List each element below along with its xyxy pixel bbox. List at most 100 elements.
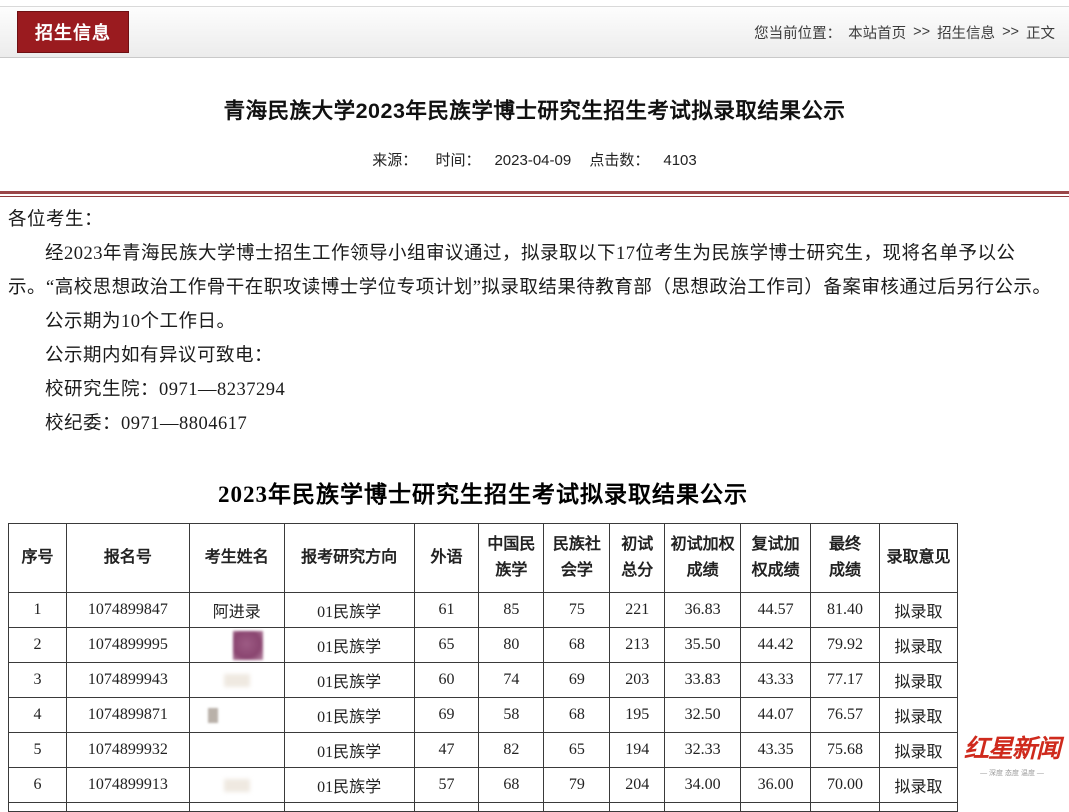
cell-final-score — [811, 803, 880, 812]
cell-retest-weighted: 44.57 — [741, 593, 811, 628]
cell-opinion: 拟录取 — [880, 593, 958, 628]
results-table-body: 11074899847阿进录01民族学61857522136.8344.5781… — [9, 593, 958, 812]
cell-final-score: 77.17 — [811, 663, 880, 698]
cell-direction — [284, 803, 414, 812]
cell-foreign-lang: 61 — [414, 593, 479, 628]
table-header-row: 序号报名号考生姓名报考研究方向外语中国民 族学民族社 会学初试 总分初试加权 成… — [9, 524, 958, 593]
cell-final-score: 81.40 — [811, 593, 880, 628]
cell-no: 5 — [9, 733, 67, 768]
table-row: 4107489987101民族学69586819532.5044.0776.57… — [9, 698, 958, 733]
cell-initial-total: 204 — [610, 768, 665, 803]
cell-final-score: 79.92 — [811, 628, 880, 663]
cell-name — [189, 698, 284, 733]
cell-reg-no: 1074899847 — [66, 593, 189, 628]
table-row-partial — [9, 803, 958, 812]
redaction-smudge — [208, 708, 218, 723]
cell-reg-no — [66, 803, 189, 812]
cell-retest-weighted: 44.42 — [741, 628, 811, 663]
column-header-final-score: 最终 成绩 — [811, 524, 880, 593]
cell-no: 2 — [9, 628, 67, 663]
cell-reg-no: 1074899871 — [66, 698, 189, 733]
cell-retest-weighted — [741, 803, 811, 812]
column-header-direction: 报考研究方向 — [284, 524, 414, 593]
cell-no — [9, 803, 67, 812]
table-row: 2107489999501民族学65806821335.5044.4279.92… — [9, 628, 958, 663]
cell-ethnic-sociology: 75 — [544, 593, 610, 628]
breadcrumb-current: 正文 — [1026, 22, 1055, 43]
article-paragraph: 校研究生院：0971—8237294 — [8, 373, 1061, 407]
red-star-news-watermark: 红星新闻 — 深度 态度 温度 — — [951, 729, 1069, 778]
cell-initial-weighted: 33.83 — [665, 663, 741, 698]
article-paragraph: 公示期内如有异议可致电： — [8, 339, 1061, 373]
redaction-smudge — [233, 631, 263, 660]
cell-direction: 01民族学 — [284, 628, 414, 663]
cell-name — [189, 733, 284, 768]
cell-opinion: 拟录取 — [880, 628, 958, 663]
cell-initial-total — [610, 803, 665, 812]
redaction-smudge — [224, 674, 250, 687]
cell-direction: 01民族学 — [284, 698, 414, 733]
cell-initial-total: 203 — [610, 663, 665, 698]
cell-foreign-lang: 69 — [414, 698, 479, 733]
table-row: 6107489991301民族学57687920434.0036.0070.00… — [9, 768, 958, 803]
article-paragraph: 校纪委：0971—8804617 — [8, 407, 1061, 441]
breadcrumb-label: 您当前位置： — [754, 22, 841, 43]
column-header-name: 考生姓名 — [189, 524, 284, 593]
cell-reg-no: 1074899913 — [66, 768, 189, 803]
cell-final-score: 70.00 — [811, 768, 880, 803]
breadcrumb-section-link[interactable]: 招生信息 — [937, 22, 995, 43]
cell-chinese-ethnology: 74 — [479, 663, 544, 698]
article-meta: 来源： 时间：2023-04-09 点击数：4103 — [0, 149, 1069, 170]
cell-chinese-ethnology: 82 — [479, 733, 544, 768]
meta-time-label: 时间： — [435, 152, 480, 169]
cell-foreign-lang: 65 — [414, 628, 479, 663]
article-paragraph: 各位考生： — [8, 203, 1061, 237]
page-title: 青海民族大学2023年民族学博士研究生招生考试拟录取结果公示 — [10, 94, 1059, 125]
cell-no: 6 — [9, 768, 67, 803]
cell-reg-no: 1074899932 — [66, 733, 189, 768]
column-header-retest-weighted: 复试加 权成绩 — [741, 524, 811, 593]
cell-ethnic-sociology: 68 — [544, 628, 610, 663]
cell-name — [189, 768, 284, 803]
cell-initial-total: 194 — [610, 733, 665, 768]
table-row: 3107489994301民族学60746920333.8343.3377.17… — [9, 663, 958, 698]
cell-initial-weighted: 32.50 — [665, 698, 741, 733]
column-header-no: 序号 — [9, 524, 67, 593]
section-badge[interactable]: 招生信息 — [17, 11, 129, 53]
cell-final-score: 76.57 — [811, 698, 880, 733]
meta-hits-label: 点击数： — [589, 152, 649, 169]
cell-direction: 01民族学 — [284, 663, 414, 698]
cell-chinese-ethnology: 85 — [479, 593, 544, 628]
column-header-initial-total: 初试 总分 — [610, 524, 665, 593]
cell-direction: 01民族学 — [284, 733, 414, 768]
cell-initial-weighted: 32.33 — [665, 733, 741, 768]
cell-foreign-lang: 57 — [414, 768, 479, 803]
column-header-initial-weighted: 初试加权 成绩 — [665, 524, 741, 593]
cell-no: 4 — [9, 698, 67, 733]
cell-ethnic-sociology: 69 — [544, 663, 610, 698]
breadcrumb-separator: >> — [1002, 24, 1019, 40]
cell-chinese-ethnology: 80 — [479, 628, 544, 663]
cell-foreign-lang: 60 — [414, 663, 479, 698]
article-body: 各位考生：经2023年青海民族大学博士招生工作领导小组审议通过，拟录取以下17位… — [0, 197, 1069, 441]
cell-ethnic-sociology — [544, 803, 610, 812]
cell-retest-weighted: 36.00 — [741, 768, 811, 803]
breadcrumb: 您当前位置： 本站首页 >> 招生信息 >> 正文 — [754, 22, 1055, 43]
column-header-opinion: 录取意见 — [880, 524, 958, 593]
cell-ethnic-sociology: 68 — [544, 698, 610, 733]
table-row: 11074899847阿进录01民族学61857522136.8344.5781… — [9, 593, 958, 628]
table-row: 5107489993201民族学47826519432.3343.3575.68… — [9, 733, 958, 768]
cell-retest-weighted: 44.07 — [741, 698, 811, 733]
breadcrumb-home-link[interactable]: 本站首页 — [848, 22, 906, 43]
cell-name — [189, 628, 284, 663]
results-table: 序号报名号考生姓名报考研究方向外语中国民 族学民族社 会学初试 总分初试加权 成… — [8, 523, 958, 812]
column-header-ethnic-sociology: 民族社 会学 — [544, 524, 610, 593]
red-star-news-logo: 红星新闻 — [951, 729, 1069, 765]
cell-initial-total: 195 — [610, 698, 665, 733]
article-paragraph: 公示期为10个工作日。 — [8, 305, 1061, 339]
cell-initial-weighted: 36.83 — [665, 593, 741, 628]
cell-opinion — [880, 803, 958, 812]
cell-direction: 01民族学 — [284, 768, 414, 803]
cell-direction: 01民族学 — [284, 593, 414, 628]
cell-ethnic-sociology: 79 — [544, 768, 610, 803]
